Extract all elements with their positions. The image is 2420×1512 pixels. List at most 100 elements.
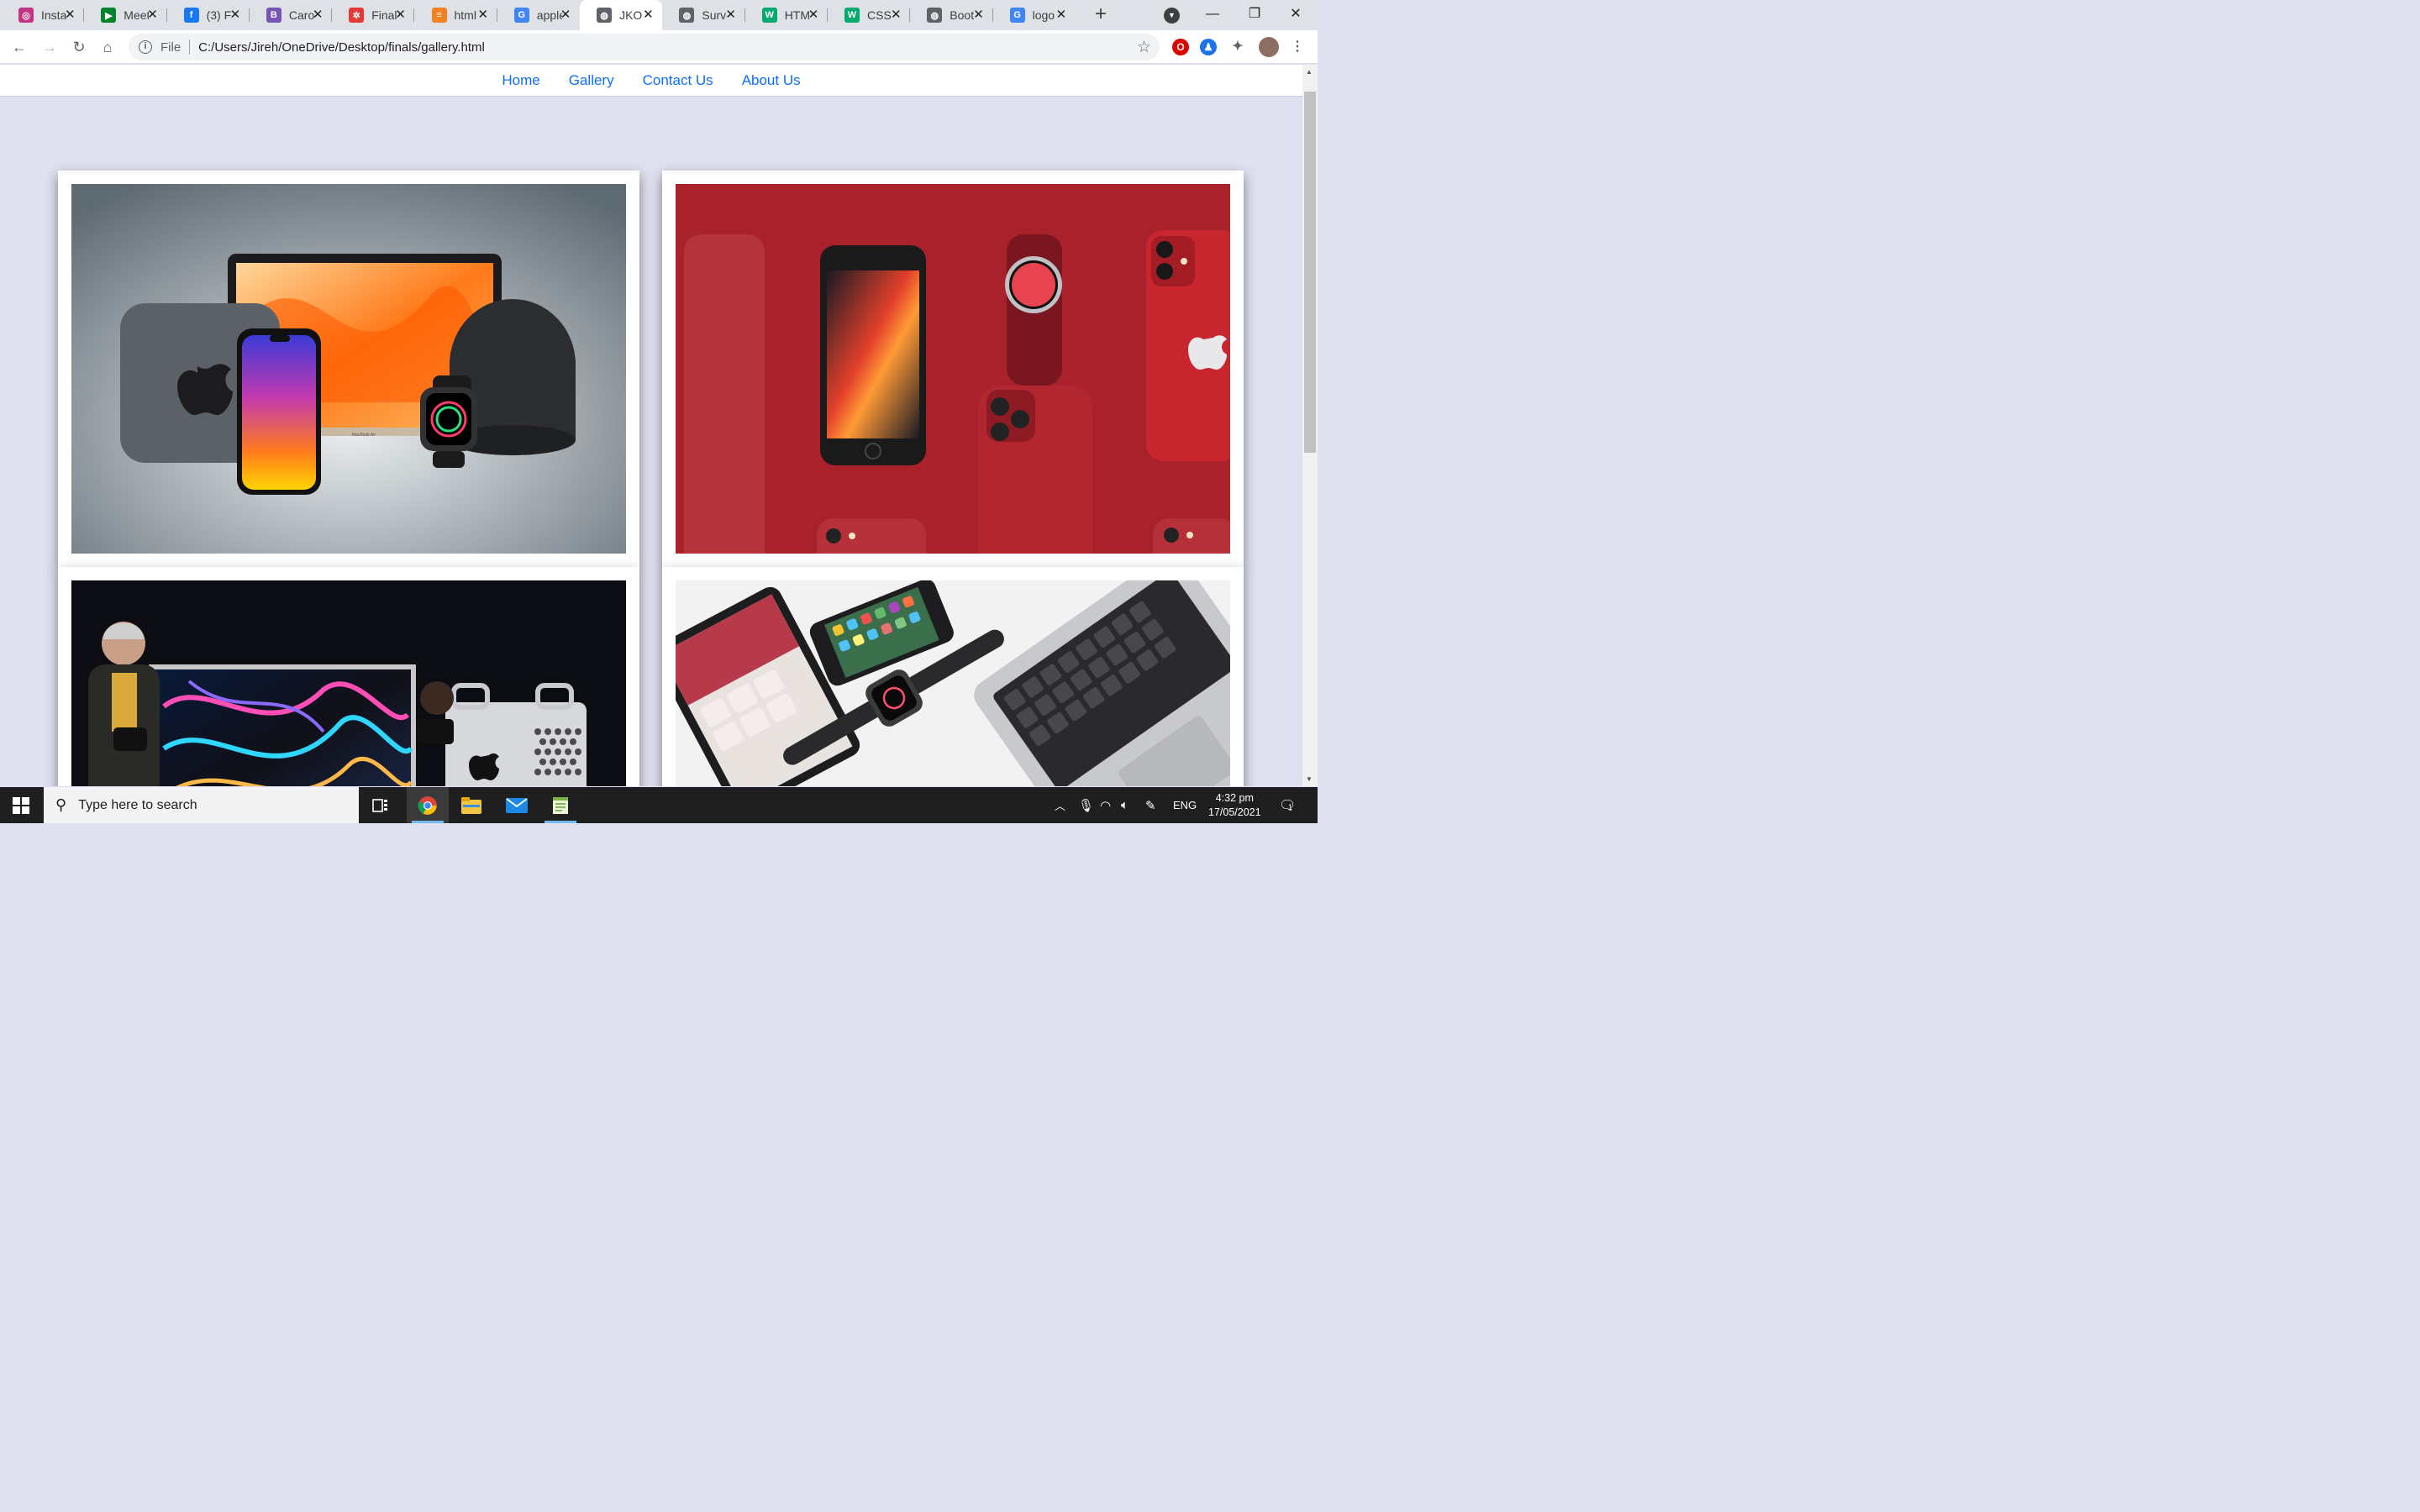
close-tab-icon[interactable]: ✕ [310,8,325,23]
pen-icon[interactable]: ✎ [1145,787,1156,823]
nav-gallery-link[interactable]: Gallery [569,72,614,89]
task-view-icon[interactable] [360,787,402,823]
w3schools-icon: W [844,8,860,23]
file-explorer-icon[interactable] [450,787,492,823]
microphone-icon[interactable]: 🎙︎ [1078,787,1094,823]
meet-icon: ▶ [101,8,117,23]
tab-7[interactable]: Gapple✕ [497,0,580,30]
google-icon: G [513,8,529,23]
scrollbar-thumb[interactable] [1304,92,1316,453]
page-scrollbar[interactable]: ▲ ▼ [1302,65,1318,786]
stackoverflow-icon: ≡ [431,8,447,23]
page-viewport: Home Gallery Contact Us About Us MacBook… [0,65,1302,786]
close-tab-icon[interactable]: ✕ [145,8,160,23]
close-tab-icon[interactable]: ✕ [640,8,655,23]
mac-pro-display-photo[interactable] [71,580,626,786]
tab-8[interactable]: ◍JKO /✕ [580,0,663,30]
globe-icon: ◍ [679,8,695,23]
scroll-down-icon[interactable]: ▼ [1306,775,1313,783]
tab-9[interactable]: ◍Survey✕ [662,0,745,30]
clock-date: 17/05/2021 [1208,806,1261,818]
instagram-icon: ◎ [18,8,34,23]
taskbar-search-box[interactable]: ⚲ Type here to search [44,787,359,823]
close-tab-icon[interactable]: ✕ [723,8,739,23]
clock[interactable]: 4:32 pm 17/05/2021 [1208,787,1261,823]
globe-icon: ◍ [927,8,943,23]
info-icon[interactable]: i [139,40,152,54]
new-tab-button[interactable]: + [1092,4,1110,24]
tab-strip: + ▼ — ❐ ✕ ◎Instagram✕▶Meet✕f(3) Facebook… [0,0,1318,30]
tab-1[interactable]: ◎Instagram✕ [2,0,85,30]
address-scheme: File [160,39,182,55]
nav-home-link[interactable]: Home [502,72,539,89]
close-tab-icon[interactable]: ✕ [228,8,243,23]
tab-search-button[interactable]: ▼ [1164,8,1180,24]
gallery-card-4 [662,567,1244,786]
back-icon[interactable]: ← [10,38,29,56]
notification-center-icon[interactable]: 🗨︎ 1 [1279,787,1296,823]
google-icon: G [1009,8,1025,23]
windows-start-icon[interactable] [0,787,42,823]
nav-contact-link[interactable]: Contact Us [643,72,713,89]
taskbar-search-placeholder: Type here to search [78,797,197,812]
tab-10[interactable]: WHTML✕ [745,0,829,30]
profile-extension-icon[interactable]: ♟ [1200,39,1217,55]
close-tab-icon[interactable]: ✕ [392,8,408,23]
close-tab-icon[interactable]: ✕ [888,8,903,23]
language-indicator[interactable]: ENG [1173,787,1197,823]
site-nav: Home Gallery Contact Us About Us [0,65,1302,97]
reload-icon[interactable]: ↻ [70,38,88,56]
close-tab-icon[interactable]: ✕ [971,8,986,23]
tab-5[interactable]: ✲ Final ✕ [332,0,415,30]
close-tab-icon[interactable]: ✕ [806,8,821,23]
volume-icon[interactable]: 🔈︎ [1121,787,1128,823]
browser-toolbar: ← → ↻ ⌂ i File C:/Users/Jireh/OneDrive/D… [0,30,1318,64]
address-divider [189,39,191,55]
close-tab-icon[interactable]: ✕ [476,8,491,23]
close-window-button[interactable]: ✕ [1285,4,1307,24]
gallery-card-1: MacBook Air [58,171,639,567]
close-tab-icon[interactable]: ✕ [558,8,573,23]
nav-about-link[interactable]: About Us [742,72,801,89]
close-tab-icon[interactable]: ✕ [1054,8,1069,23]
home-icon[interactable]: ⌂ [98,38,117,56]
scroll-up-icon[interactable]: ▲ [1306,68,1313,76]
notification-count: 1 [1288,802,1293,811]
minimize-button[interactable]: — [1202,4,1223,24]
forward-icon[interactable]: → [40,38,59,56]
apple-product-lineup-photo[interactable]: MacBook Air [71,184,626,554]
product-red-iphone-photo[interactable] [676,184,1230,554]
tab-3[interactable]: f(3) Facebook✕ [167,0,250,30]
avatar[interactable] [1259,37,1279,57]
address-url[interactable]: C:/Users/Jireh/OneDrive/Desktop/finals/g… [198,40,485,55]
show-hidden-icons-icon[interactable]: ︿ [1055,787,1065,823]
mail-icon[interactable] [496,787,538,823]
ipad-iphone-watch-macbook-photo[interactable] [676,580,1230,786]
globe-icon: ◍ [597,8,613,23]
tab-2[interactable]: ▶ Meet ✕ [84,0,167,30]
bookmark-star-icon[interactable]: ☆ [1137,38,1151,57]
gallery-card-2 [662,171,1244,567]
search-icon: ⚲ [55,796,67,813]
gear-icon: ✲ [349,8,365,23]
tab-13[interactable]: Glogo ✕ [993,0,1076,30]
close-tab-icon[interactable]: ✕ [62,8,77,23]
menu-kebab-icon[interactable]: ⋮ [1289,39,1306,55]
extensions-puzzle-icon[interactable]: ✦ [1229,39,1246,55]
notepad-plus-icon[interactable] [539,787,581,823]
tab-11[interactable]: W CSS ✕ [828,0,911,30]
macbook-label: MacBook Air [352,433,376,438]
restore-button[interactable]: ❐ [1244,4,1265,24]
tab-4[interactable]: BCarousel✕ [250,0,333,30]
w3schools-icon: W [761,8,777,23]
windows-taskbar: ⚲ Type here to search ︿ 🎙︎ ◠ 🔈︎ ✎ ENG 4:… [0,787,1318,823]
address-bar[interactable]: i File C:/Users/Jireh/OneDrive/Desktop/f… [129,34,1160,60]
wifi-icon[interactable]: ◠ [1100,787,1111,823]
bootstrap-icon: B [266,8,281,23]
opera-extension-icon[interactable]: O [1172,39,1189,55]
facebook-icon: f [183,8,199,23]
tab-12[interactable]: ◍ Boot ✕ [910,0,993,30]
chrome-taskbar-icon[interactable] [407,787,449,823]
tab-6[interactable]: ≡ html ✕ [415,0,498,30]
clock-time: 4:32 pm [1215,791,1254,804]
